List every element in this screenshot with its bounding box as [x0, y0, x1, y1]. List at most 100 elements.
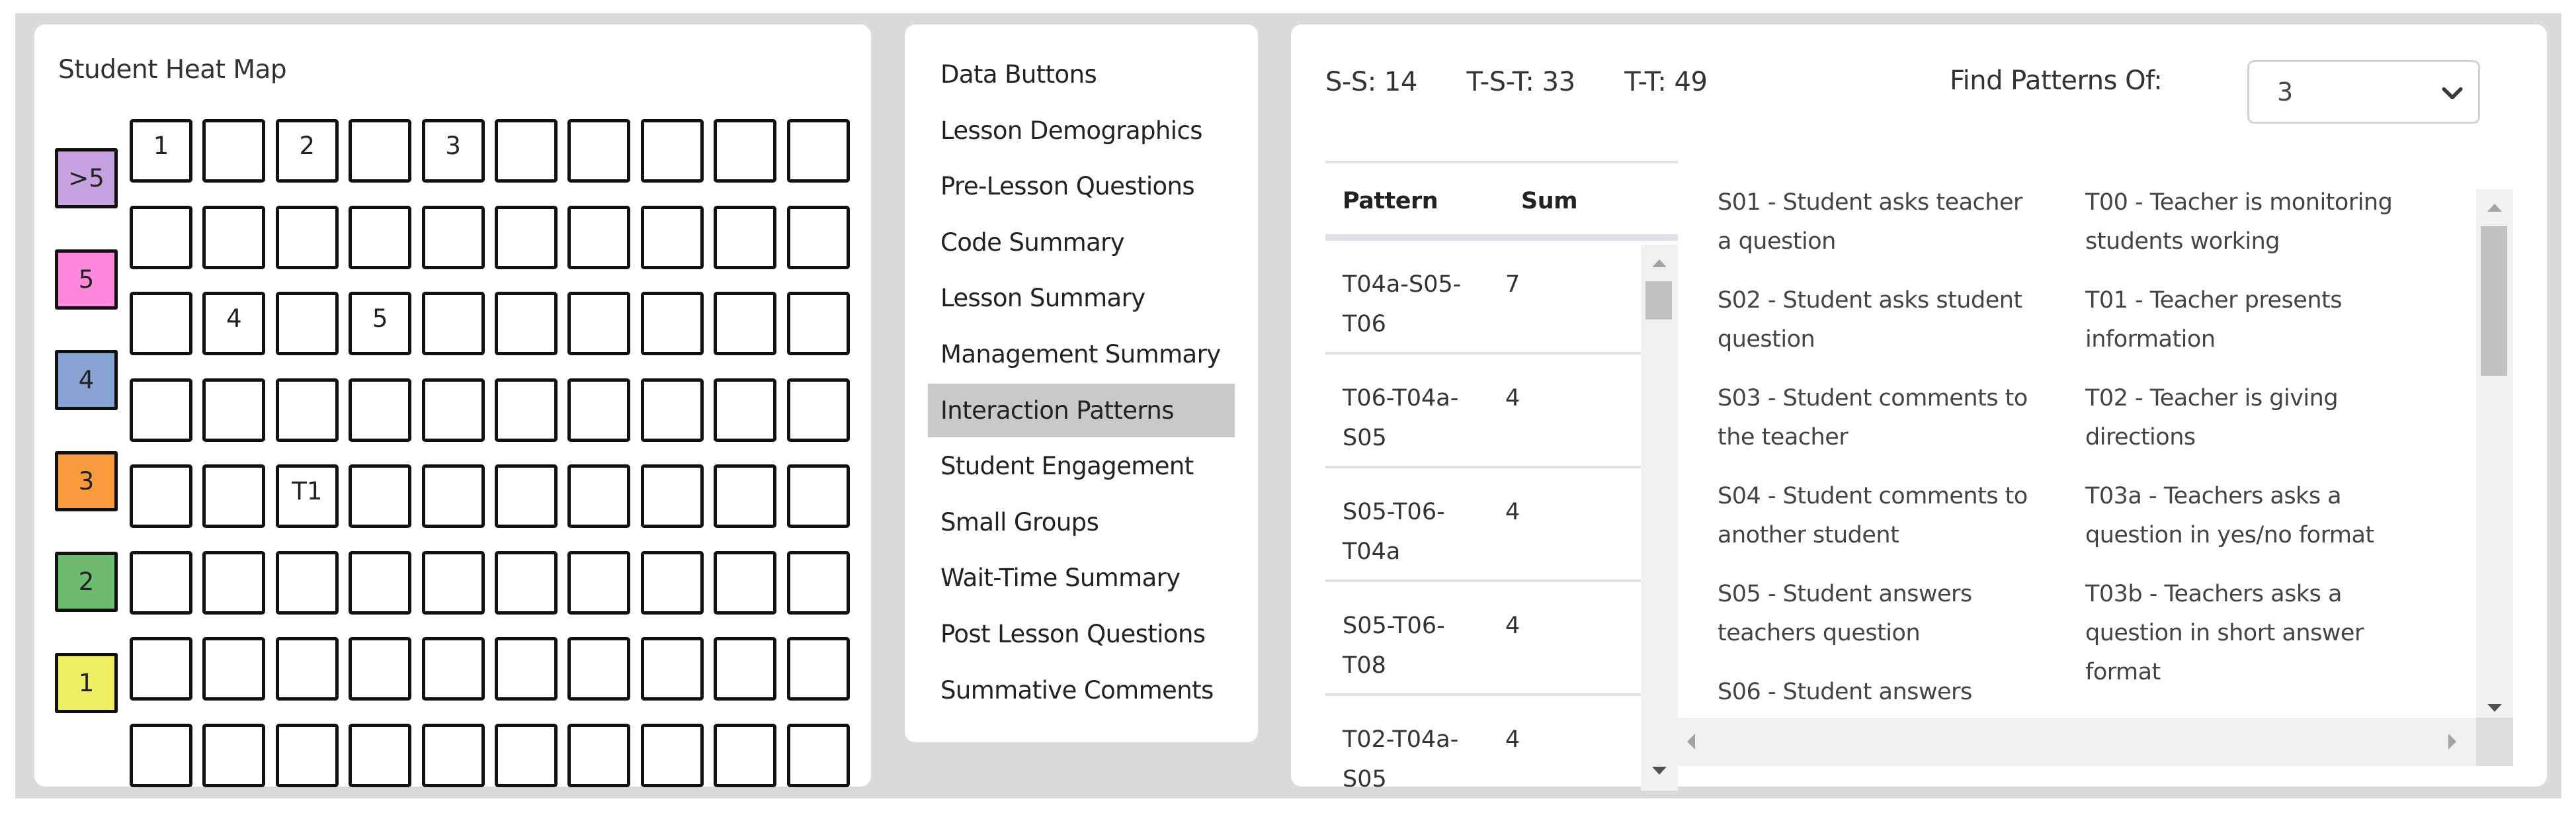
seat-cell[interactable]	[786, 723, 850, 787]
menu-item-management-summary[interactable]: Management Summary	[928, 327, 1235, 381]
seat-cell[interactable]	[349, 378, 412, 442]
seat-cell[interactable]	[130, 550, 192, 615]
seat-cell[interactable]	[495, 119, 558, 183]
seat-cell[interactable]	[714, 637, 777, 701]
seat-cell[interactable]	[202, 723, 266, 787]
seat-cell[interactable]	[567, 378, 631, 442]
legend-scroll-up-arrow-icon[interactable]	[2487, 204, 2502, 212]
legend-horizontal-scrollbar[interactable]	[1678, 718, 2476, 766]
seat-cell[interactable]	[202, 119, 266, 183]
scroll-up-arrow-icon[interactable]	[1652, 259, 1667, 267]
seat-cell[interactable]	[421, 723, 485, 787]
seat-cell[interactable]	[495, 292, 558, 355]
seat-cell[interactable]	[714, 464, 777, 528]
seat-cell[interactable]	[202, 205, 266, 269]
seat-cell[interactable]	[495, 723, 558, 787]
seat-cell[interactable]	[786, 292, 850, 355]
seat-cell[interactable]: T1	[275, 464, 339, 528]
scroll-left-arrow-icon[interactable]	[1687, 734, 1695, 750]
seat-cell[interactable]	[786, 464, 850, 528]
seat-cell[interactable]	[349, 550, 412, 615]
seat-cell[interactable]	[275, 378, 339, 442]
seat-cell[interactable]	[714, 119, 777, 183]
table-scroll-thumb[interactable]	[1645, 281, 1672, 320]
seat-cell[interactable]	[495, 378, 558, 442]
seat-cell[interactable]: 3	[421, 119, 485, 183]
menu-item-pre-lesson-questions[interactable]: Pre-Lesson Questions	[928, 159, 1235, 213]
seat-cell[interactable]	[421, 378, 485, 442]
seat-cell[interactable]	[421, 205, 485, 269]
seat-cell[interactable]	[786, 205, 850, 269]
legend-scroll-thumb[interactable]	[2481, 226, 2507, 376]
seat-cell[interactable]	[275, 292, 339, 355]
scroll-right-arrow-icon[interactable]	[2448, 734, 2456, 750]
seat-cell[interactable]	[130, 378, 192, 442]
menu-item-student-engagement[interactable]: Student Engagement	[928, 439, 1235, 493]
seat-cell[interactable]	[130, 637, 192, 701]
seat-cell[interactable]	[640, 637, 704, 701]
seat-cell[interactable]	[202, 550, 266, 615]
seat-cell[interactable]	[714, 550, 777, 615]
seat-cell[interactable]	[275, 637, 339, 701]
seat-cell[interactable]: 5	[349, 292, 412, 355]
seat-cell[interactable]	[421, 464, 485, 528]
seat-cell[interactable]	[567, 119, 631, 183]
menu-item-data-buttons[interactable]: Data Buttons	[928, 48, 1235, 101]
seat-cell[interactable]	[349, 205, 412, 269]
seat-cell[interactable]	[786, 119, 850, 183]
seat-cell[interactable]	[714, 378, 777, 442]
menu-item-lesson-summary[interactable]: Lesson Summary	[928, 271, 1235, 325]
seat-cell[interactable]	[567, 292, 631, 355]
seat-cell[interactable]	[567, 464, 631, 528]
seat-cell[interactable]	[202, 464, 266, 528]
seat-cell[interactable]	[567, 205, 631, 269]
seat-cell[interactable]	[349, 637, 412, 701]
seat-cell[interactable]: 4	[202, 292, 266, 355]
seat-cell[interactable]	[421, 637, 485, 701]
seat-cell[interactable]	[349, 464, 412, 528]
menu-item-summative-comments[interactable]: Summative Comments	[928, 664, 1235, 717]
seat-cell[interactable]	[640, 723, 704, 787]
seat-cell[interactable]	[640, 205, 704, 269]
seat-cell[interactable]	[130, 464, 192, 528]
seat-cell[interactable]	[495, 550, 558, 615]
seat-cell[interactable]	[640, 292, 704, 355]
seat-cell[interactable]	[640, 550, 704, 615]
seat-cell[interactable]	[640, 119, 704, 183]
seat-cell[interactable]	[349, 119, 412, 183]
seat-cell[interactable]	[495, 205, 558, 269]
seat-cell[interactable]	[130, 205, 192, 269]
seat-cell[interactable]	[202, 378, 266, 442]
legend-scroll-down-arrow-icon[interactable]	[2487, 704, 2502, 712]
seat-cell[interactable]	[640, 378, 704, 442]
seat-cell[interactable]	[786, 637, 850, 701]
seat-cell[interactable]	[202, 637, 266, 701]
seat-cell[interactable]	[130, 723, 192, 787]
scroll-down-arrow-icon[interactable]	[1652, 767, 1667, 775]
seat-cell[interactable]	[567, 723, 631, 787]
seat-cell[interactable]	[567, 637, 631, 701]
menu-item-post-lesson-questions[interactable]: Post Lesson Questions	[928, 607, 1235, 661]
seat-cell[interactable]	[714, 723, 777, 787]
menu-item-wait-time-summary[interactable]: Wait-Time Summary	[928, 551, 1235, 605]
seat-cell[interactable]	[275, 550, 339, 615]
seat-cell[interactable]	[275, 723, 339, 787]
legend-vertical-scrollbar[interactable]	[2476, 189, 2513, 742]
menu-item-interaction-patterns[interactable]: Interaction Patterns	[928, 383, 1235, 437]
seat-cell[interactable]	[640, 464, 704, 528]
seat-cell[interactable]	[714, 292, 777, 355]
seat-cell[interactable]: 1	[130, 119, 192, 183]
menu-item-code-summary[interactable]: Code Summary	[928, 216, 1235, 269]
seat-cell[interactable]	[567, 550, 631, 615]
seat-cell[interactable]	[130, 292, 192, 355]
seat-cell[interactable]	[275, 205, 339, 269]
menu-item-small-groups[interactable]: Small Groups	[928, 495, 1235, 549]
seat-cell[interactable]	[349, 723, 412, 787]
seat-cell[interactable]	[421, 550, 485, 615]
seat-cell[interactable]: 2	[275, 119, 339, 183]
table-vertical-scrollbar[interactable]	[1641, 245, 1678, 791]
seat-cell[interactable]	[495, 464, 558, 528]
seat-cell[interactable]	[714, 205, 777, 269]
seat-cell[interactable]	[786, 378, 850, 442]
seat-cell[interactable]	[495, 637, 558, 701]
